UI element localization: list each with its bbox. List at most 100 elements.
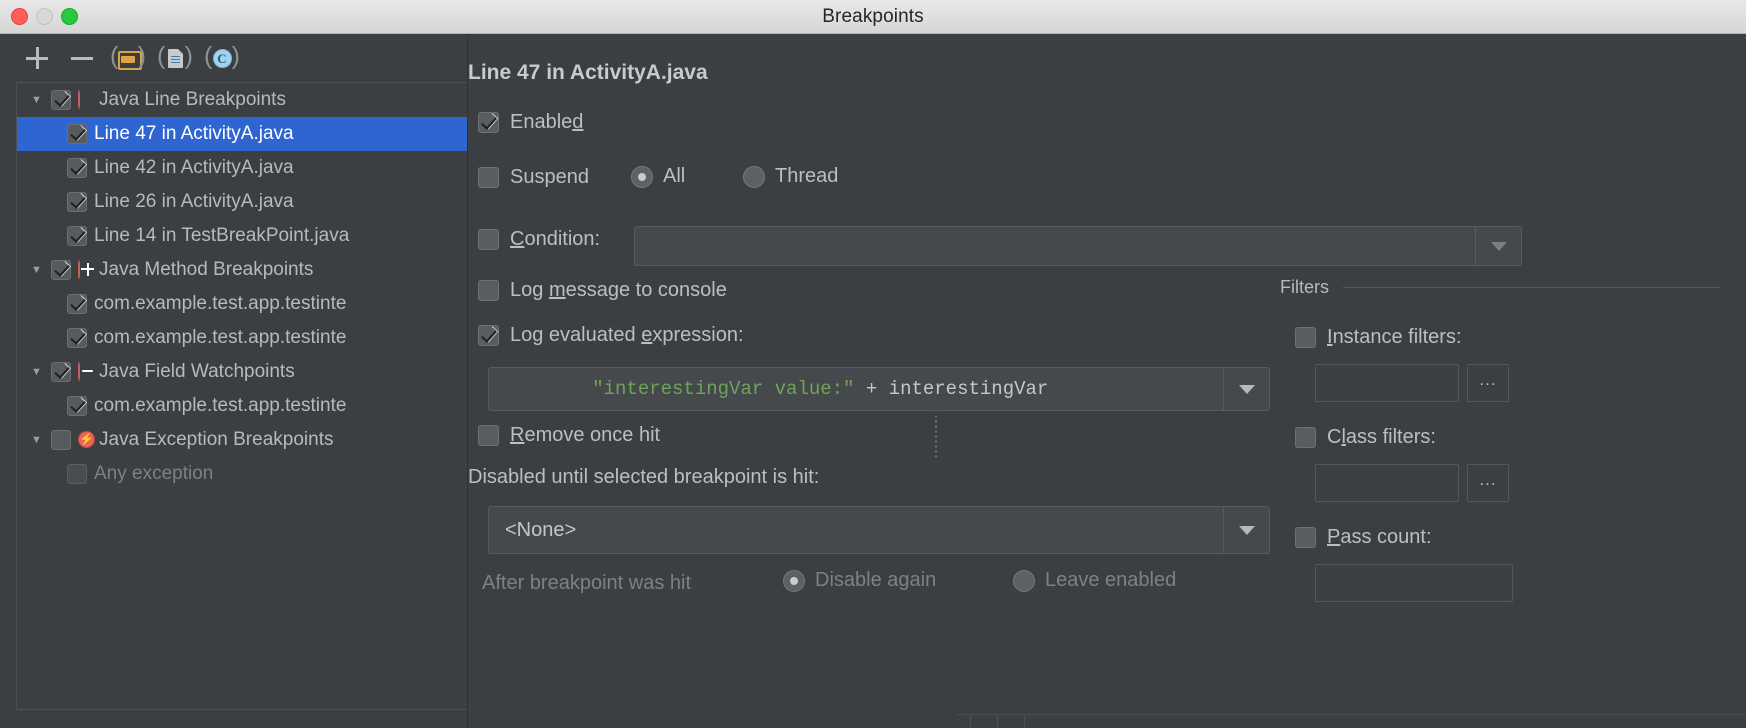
tree-item-line-47-activitya[interactable]: Line 47 in ActivityA.java [17,117,467,151]
remove-once-hit-checkbox[interactable] [478,425,499,446]
dependency-combobox[interactable]: <None> [488,506,1270,554]
instance-filters-checkbox-row[interactable]: Instance filters: [1295,326,1462,349]
class-filters-checkbox[interactable] [1295,427,1316,448]
condition-checkbox[interactable] [478,229,499,250]
breakpoints-tree[interactable]: ▼ Java Line Breakpoints Line 47 in Activ… [16,82,467,710]
window-body: C ▼ Java Line Breakpoints Line 47 in Act… [0,34,1746,728]
tree-item-line-42-activitya[interactable]: Line 42 in ActivityA.java [17,151,467,185]
item-checkbox[interactable] [67,396,87,416]
window-titlebar: Breakpoints [0,0,1746,34]
breakpoints-toolbar: C [0,34,467,82]
chevron-down-icon [1490,241,1507,251]
condition-combobox[interactable] [634,226,1522,266]
remove-breakpoint-button[interactable] [63,41,101,75]
leave-enabled-radio-row[interactable]: Leave enabled [1013,569,1176,592]
group-checkbox[interactable] [51,430,71,450]
after-hit-label: After breakpoint was hit [482,572,691,594]
tree-group-java-line-breakpoints[interactable]: ▼ Java Line Breakpoints [17,83,467,117]
group-checkbox[interactable] [51,90,71,110]
chevron-down-icon [1238,525,1255,535]
group-by-file-button[interactable] [155,43,195,73]
tree-item-line-26-activitya[interactable]: Line 26 in ActivityA.java [17,185,467,219]
tree-group-java-exception-breakpoints[interactable]: ▼ ⚡ Java Exception Breakpoints [17,423,467,457]
class-filters-browse-button[interactable]: ... [1467,464,1509,502]
group-checkbox[interactable] [51,362,71,382]
remove-once-hit-label: Remove once hit [510,424,661,446]
item-checkbox[interactable] [67,464,87,484]
pass-count-checkbox[interactable] [1295,527,1316,548]
chevron-down-icon[interactable]: ▼ [31,264,51,276]
leave-enabled-radio[interactable] [1013,569,1035,592]
enabled-label: Enabled [510,111,584,133]
bottom-clipped-content [956,715,1746,728]
pass-count-input[interactable] [1315,564,1513,602]
chevron-down-icon[interactable]: ▼ [31,366,51,378]
class-filters-label: Class filters: [1327,426,1436,448]
instance-filters-input[interactable] [1315,364,1459,402]
tree-item-field-1[interactable]: com.example.test.app.testinte [17,389,467,423]
suspend-thread-radio-row[interactable]: Thread [743,165,838,188]
disable-again-label: Disable again [815,569,937,591]
chevron-down-icon[interactable]: ▼ [31,94,51,106]
tree-group-java-field-watchpoints[interactable]: ▼ Java Field Watchpoints [17,355,467,389]
tree-item-any-exception[interactable]: Any exception [17,457,467,491]
pass-count-checkbox-row[interactable]: Pass count: [1295,526,1432,549]
log-message-checkbox-row[interactable]: Log message to console [478,279,727,302]
leave-enabled-label: Leave enabled [1045,569,1177,591]
item-checkbox[interactable] [67,192,87,212]
tree-item-line-14-testbreakpoint[interactable]: Line 14 in TestBreakPoint.java [17,219,467,253]
class-filters-input[interactable] [1315,464,1459,502]
filters-group-header: Filters [1280,277,1720,298]
log-expression-checkbox-row[interactable]: Log evaluated expression: [478,324,744,347]
suspend-checkbox[interactable] [478,167,499,188]
class-filters-checkbox-row[interactable]: Class filters: [1295,426,1436,449]
file-icon [167,48,183,68]
method-breakpoint-icon [78,259,97,280]
tree-item-label: Any exception [94,463,214,484]
disable-again-radio[interactable] [783,569,805,592]
group-by-class-button[interactable]: C [202,43,242,73]
pass-count-row [1315,564,1513,602]
expression-rest-part: + interestingVar [854,378,1049,400]
suspend-checkbox-row[interactable]: Suspend [478,166,589,189]
tree-group-java-method-breakpoints[interactable]: ▼ Java Method Breakpoints [17,253,467,287]
window-title: Breakpoints [822,5,924,27]
add-breakpoint-button[interactable] [18,41,56,75]
suspend-thread-radio[interactable] [743,165,765,188]
tree-item-method-2[interactable]: com.example.test.app.testinte [17,321,467,355]
item-checkbox[interactable] [67,226,87,246]
item-checkbox[interactable] [67,158,87,178]
filters-separator [1343,287,1720,288]
suspend-all-radio-row[interactable]: All [631,165,685,188]
tree-item-label: com.example.test.app.testinte [94,327,347,348]
suspend-thread-label: Thread [775,165,839,187]
minus-icon [71,47,93,69]
log-expression-checkbox[interactable] [478,325,499,346]
expression-combobox[interactable]: "interestingVar value:" + interestingVar [488,367,1270,411]
item-checkbox[interactable] [67,294,87,314]
tree-group-label: Java Exception Breakpoints [99,429,334,450]
dependency-dropdown-button[interactable] [1223,507,1269,553]
instance-filters-browse-button[interactable]: ... [1467,364,1509,402]
expression-input[interactable]: "interestingVar value:" + interestingVar [489,356,1223,422]
line-breakpoint-icon [78,89,97,110]
group-by-folder-button[interactable] [108,43,148,73]
expression-dropdown-button[interactable] [1223,368,1269,410]
enabled-checkbox-row[interactable]: Enabled [478,111,583,134]
group-checkbox[interactable] [51,260,71,280]
disable-again-radio-row[interactable]: Disable again [783,569,936,592]
condition-checkbox-row[interactable]: Condition: [478,228,600,251]
suspend-all-radio[interactable] [631,165,653,188]
log-message-checkbox[interactable] [478,280,499,301]
tree-item-method-1[interactable]: com.example.test.app.testinte [17,287,467,321]
item-checkbox[interactable] [67,124,87,144]
item-checkbox[interactable] [67,328,87,348]
tree-item-label: com.example.test.app.testinte [94,395,347,416]
chevron-down-icon[interactable]: ▼ [31,434,51,446]
condition-dropdown-button[interactable] [1475,227,1521,265]
chevron-down-icon [1238,384,1255,394]
remove-once-hit-checkbox-row[interactable]: Remove once hit [478,424,660,447]
instance-filters-checkbox[interactable] [1295,327,1316,348]
enabled-checkbox[interactable] [478,112,499,133]
suspend-all-label: All [663,165,686,187]
